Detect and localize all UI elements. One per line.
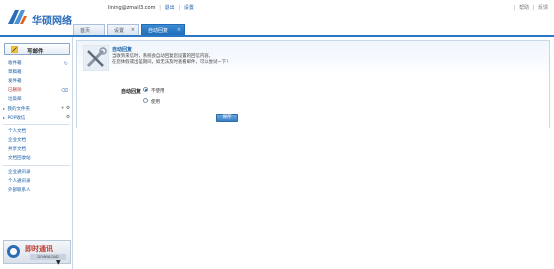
- im-title: 即时通讯: [25, 245, 53, 253]
- sidebar-item-shared-docs[interactable]: 共享文档: [0, 145, 73, 154]
- tab-bar: 首页 设置 × 自动回复 ×: [73, 24, 187, 35]
- expand-triangle-icon: ▸: [3, 106, 6, 111]
- user-email: lining@zmail3.com: [108, 5, 156, 11]
- sidebar-item-deleted[interactable]: 已删除 ⌫: [0, 86, 73, 95]
- logo-icon: [8, 10, 27, 24]
- im-logo-icon: [7, 245, 20, 258]
- im-download-banner[interactable]: 即时通讯 DOWNLOAD ▼: [3, 240, 71, 266]
- logout-link[interactable]: 退出: [165, 5, 175, 11]
- sidebar: 写邮件 收件箱 ↻ 草稿箱 发件箱 已删除 ⌫ 垃圾邮 ▸ 我的文件夹 + ⚙ …: [0, 37, 73, 269]
- close-icon[interactable]: ×: [177, 27, 181, 33]
- description-line: 在您休假或出差期间，如无法及时查看邮件，可以尝试一下！: [112, 60, 231, 65]
- header-utility-links: | 帮助 | 反馈: [513, 5, 548, 11]
- tab-home-label: 首页: [80, 28, 91, 34]
- feedback-link[interactable]: 反馈: [538, 5, 548, 11]
- sidebar-group-my-folders[interactable]: ▸ 我的文件夹 + ⚙: [0, 104, 73, 113]
- sidebar-item-personal-contacts[interactable]: 个人通讯录: [0, 177, 73, 186]
- divider: [3, 124, 70, 125]
- sidebar-item-doc-trash[interactable]: 文档回收站: [0, 154, 73, 163]
- compose-label: 写邮件: [27, 49, 44, 55]
- mail-folder-list: 收件箱 ↻ 草稿箱 发件箱 已删除 ⌫ 垃圾邮 ▸ 我的文件夹 + ⚙ ▸ PO…: [0, 59, 73, 195]
- brand-name: 华硕网络: [32, 16, 72, 27]
- settings-link[interactable]: 设置: [184, 5, 194, 11]
- sidebar-item-drafts[interactable]: 草稿箱: [0, 68, 73, 77]
- cursor-arrow-icon: ▼: [56, 259, 61, 266]
- radio-button[interactable]: [143, 98, 148, 103]
- sidebar-item-spam[interactable]: 垃圾邮: [0, 95, 73, 104]
- divider: [3, 165, 70, 166]
- tab-settings-label: 设置: [114, 28, 125, 34]
- sidebar-item-company-docs[interactable]: 企业文档: [0, 136, 73, 145]
- tab-settings[interactable]: 设置 ×: [107, 24, 139, 35]
- user-account: lining@zmail3.com | 退出 | 设置: [108, 5, 194, 11]
- sidebar-item-personal-docs[interactable]: 个人文档: [0, 127, 73, 136]
- compose-button[interactable]: 写邮件: [4, 43, 70, 55]
- section-title: 自动回复: [112, 47, 133, 53]
- tab-auto-reply-label: 自动回复: [148, 28, 169, 34]
- tab-home[interactable]: 首页: [73, 24, 105, 35]
- section-description: 当收到来信时，系统会自动回复您设置的回信内容。 在您休假或出差期间，如无法及时查…: [112, 54, 231, 66]
- sidebar-item-external-contacts[interactable]: 外部联系人: [0, 186, 73, 195]
- sidebar-group-pop[interactable]: ▸ POP收信 ⚙: [0, 113, 73, 122]
- save-button[interactable]: 保存: [216, 114, 238, 122]
- close-icon[interactable]: ×: [131, 27, 135, 33]
- auto-reply-panel: 自动回复 当收到来信时，系统会自动回复您设置的回信内容。 在您休假或出差期间，如…: [76, 40, 550, 128]
- sidebar-item-company-contacts[interactable]: 企业通讯录: [0, 168, 73, 177]
- main-content: 自动回复 当收到来信时，系统会自动回复您设置的回信内容。 在您休假或出差期间，如…: [74, 37, 552, 269]
- sidebar-item-inbox[interactable]: 收件箱 ↻: [0, 59, 73, 68]
- auto-reply-label: 自动回复: [121, 89, 142, 95]
- pop-controls-icon[interactable]: ⚙: [66, 113, 70, 122]
- header: 华硕网络 lining@zmail3.com | 退出 | 设置 | 帮助 | …: [0, 0, 554, 35]
- sidebar-item-sent[interactable]: 发件箱: [0, 77, 73, 86]
- tab-auto-reply[interactable]: 自动回复 ×: [141, 24, 185, 35]
- option-disable[interactable]: 不使用: [143, 87, 165, 94]
- option-enable[interactable]: 使用: [143, 98, 160, 105]
- expand-triangle-icon: ▸: [3, 115, 6, 120]
- pen-icon: [11, 46, 18, 53]
- brand-logo[interactable]: 华硕网络: [4, 5, 84, 29]
- help-link[interactable]: 帮助: [519, 5, 529, 11]
- tools-icon: [83, 45, 109, 71]
- folder-controls-icon[interactable]: + ⚙: [61, 104, 70, 113]
- radio-button-selected[interactable]: [143, 87, 148, 92]
